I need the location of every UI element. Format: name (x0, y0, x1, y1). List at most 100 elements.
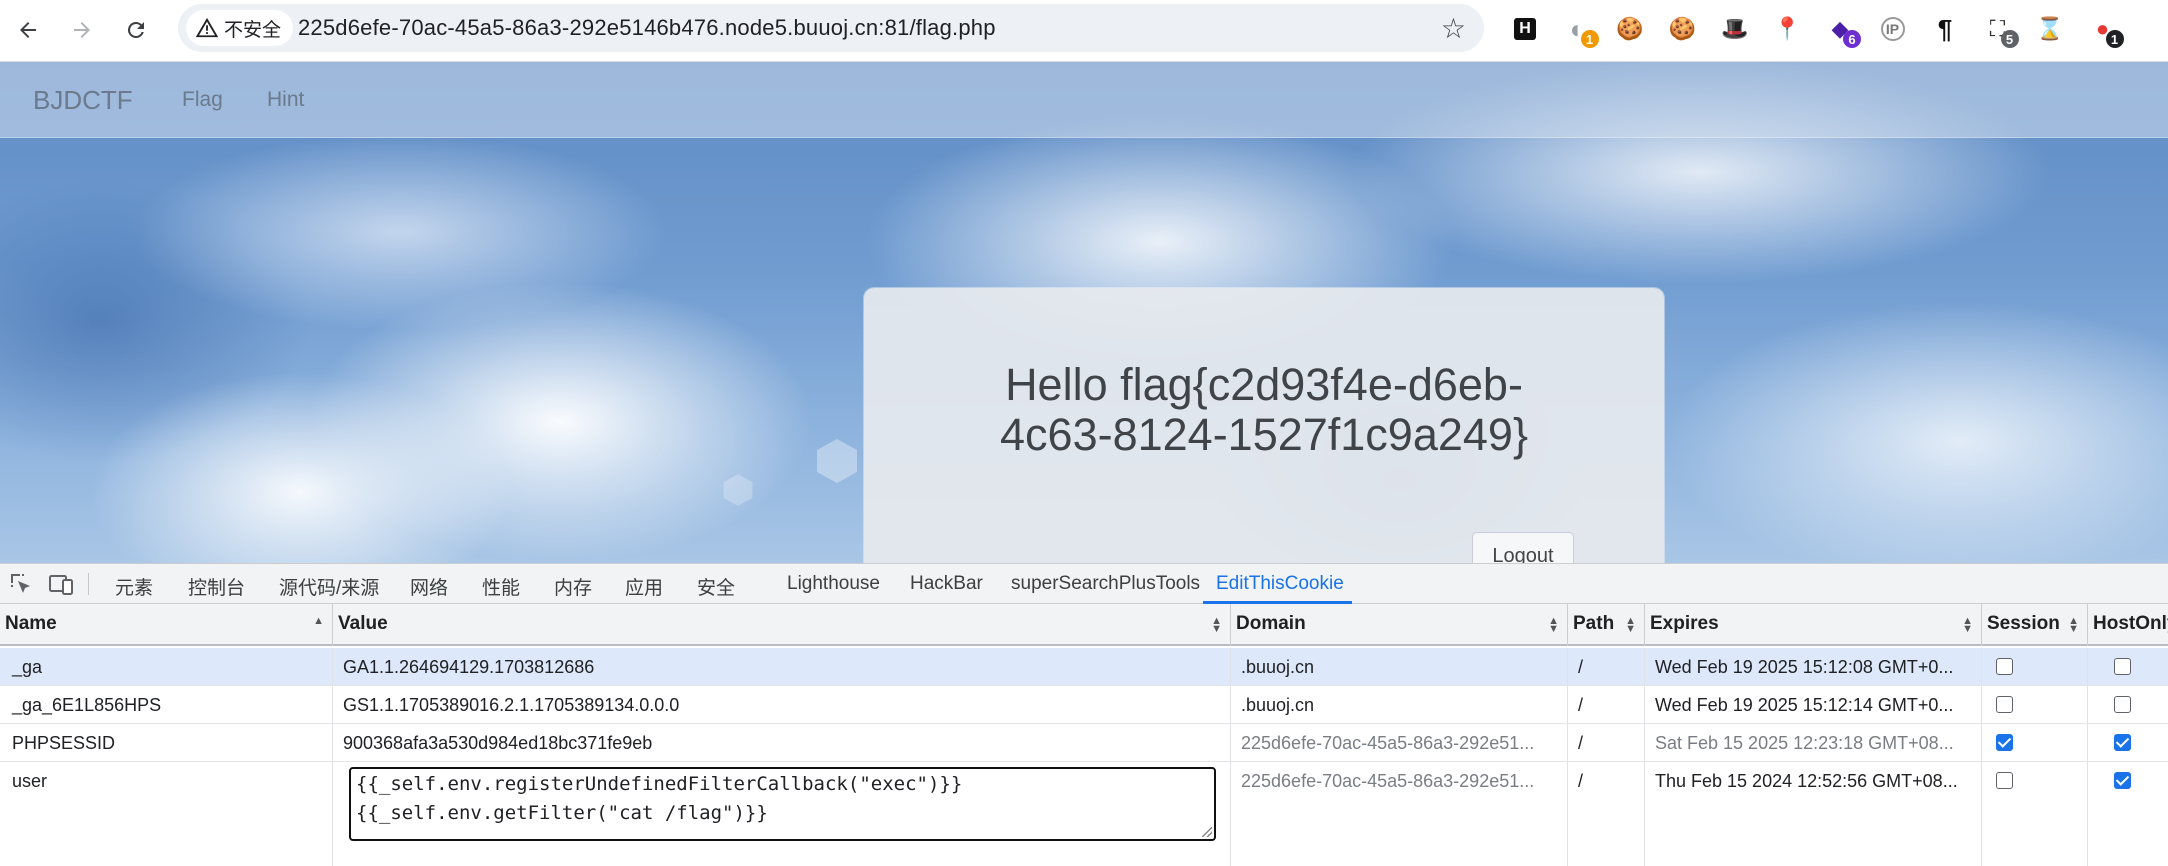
extension-gray-icon[interactable]: ◐ 1 (1559, 10, 1599, 48)
column-header-path[interactable]: Path ▲ ▼ (1568, 604, 1645, 646)
inspect-element-icon[interactable] (8, 571, 34, 597)
hello-message: Hello flag{c2d93f4e-d6eb- 4c63-8124-1527… (864, 360, 1664, 460)
web-page: BJDCTF Flag Hint Hello flag{c2d93f4e-d6e… (0, 62, 2168, 563)
hostonly-checkbox[interactable] (2114, 696, 2131, 713)
column-header-session[interactable]: Session ▲ ▼ (1982, 604, 2088, 646)
cookie-name-cell[interactable]: user (0, 762, 333, 866)
cookie-row[interactable]: PHPSESSID 900368afa3a530d984ed18bc371fe9e… (0, 724, 2168, 762)
hello-line-1: Hello flag{c2d93f4e-d6eb- (1005, 359, 1523, 410)
hourglass-icon[interactable]: ⌛ (2031, 10, 2069, 48)
cookie-name-cell[interactable]: _ga_6E1L856HPS (0, 686, 333, 723)
editor-line: {{_self.env.getFilter("cat /flag")}} (356, 802, 768, 824)
paragraph-icon[interactable]: ¶ (1926, 10, 1964, 48)
logout-button[interactable]: Logout (1472, 532, 1574, 563)
security-indicator[interactable]: 不安全 (186, 10, 294, 46)
hat-icon[interactable]: 🎩 (1716, 10, 1754, 48)
extension-glyph: 📍 (1773, 16, 1802, 41)
hexagon-decor (723, 474, 753, 506)
hostonly-checkbox[interactable] (2114, 734, 2131, 751)
cookie-icon[interactable]: 🍪 (1611, 10, 1649, 48)
toolbar-divider (88, 573, 89, 595)
hackbar-icon[interactable]: H (1506, 10, 1544, 48)
device-toolbar-icon[interactable] (48, 571, 74, 597)
cookie-value-cell[interactable]: 900368afa3a530d984ed18bc371fe9eb (333, 724, 1231, 761)
tab-memory[interactable]: 内存 (554, 573, 592, 600)
site-brand[interactable]: BJDCTF (33, 85, 133, 116)
url-text[interactable]: 225d6efe-70ac-45a5-86a3-292e5146b476.nod… (298, 15, 996, 41)
extension-badge: 1 (1580, 30, 1599, 48)
cookie-name-cell[interactable]: PHPSESSID (0, 724, 333, 761)
devtools-tab-bar: 元素 控制台 源代码/来源 网络 性能 内存 应用 安全 Lighthouse HackBar su… (0, 564, 2168, 604)
cookie-table: Name ▲ Value ▲ ▼ Domain ▲ ▼ Path ▲ ▼ Expires ▲ ▼ … (0, 604, 2168, 866)
ip-icon[interactable]: IP (1874, 10, 1912, 48)
column-header-domain[interactable]: Domain ▲ ▼ (1231, 604, 1568, 646)
cookie-domain-cell: .buuoj.cn (1231, 686, 1568, 723)
forward-button[interactable] (64, 12, 100, 48)
column-header-value[interactable]: Value ▲ ▼ (333, 604, 1231, 646)
column-header-hostonly[interactable]: HostOnly (2088, 604, 2168, 646)
sort-icon: ▲ ▼ (1625, 615, 1636, 635)
tab-supersearchplustools[interactable]: superSearchPlusTools (1011, 573, 1200, 595)
cookie-editor-icon[interactable]: 🍪 (1664, 10, 1702, 48)
cookie-value-cell[interactable]: GS1.1.1705389016.2.1.1705389134.0.0.0 (333, 686, 1231, 723)
extension-badge: 5 (2000, 30, 2019, 48)
session-checkbox[interactable] (1996, 696, 2013, 713)
cookie-path-cell: / (1568, 724, 1645, 761)
tab-editthiscookie[interactable]: EditThisCookie (1216, 573, 1344, 595)
sort-icon: ▲ ▼ (1962, 615, 1973, 635)
cookie-path-cell: / (1568, 648, 1645, 685)
hexagon-decor (817, 439, 857, 483)
tab-elements[interactable]: 元素 (115, 573, 153, 600)
extension-glyph: 🍪 (1668, 16, 1697, 41)
reload-icon (127, 21, 144, 38)
cookie-path-cell: / (1568, 762, 1645, 866)
tab-performance[interactable]: 性能 (482, 573, 520, 600)
screenshot-icon[interactable]: ⛶ 5 (1979, 10, 2019, 48)
tab-lighthouse[interactable]: Lighthouse (787, 573, 880, 595)
record-icon[interactable]: ● 1 (2084, 10, 2124, 48)
cookie-value-cell[interactable]: {{_self.env.registerUndefinedFilterCallb… (333, 762, 1231, 866)
devtools-panel: 元素 控制台 源代码/来源 网络 性能 内存 应用 安全 Lighthouse HackBar su… (0, 563, 2168, 866)
column-header-expires[interactable]: Expires ▲ ▼ (1645, 604, 1982, 646)
tab-hackbar[interactable]: HackBar (910, 573, 983, 595)
extension-glyph: IP (1880, 17, 1905, 41)
nav-link-hint[interactable]: Hint (267, 88, 304, 112)
cookie-value-editor[interactable]: {{_self.env.registerUndefinedFilterCallb… (349, 767, 1216, 841)
tab-security[interactable]: 安全 (697, 573, 735, 600)
resize-grip-icon[interactable] (1202, 827, 1212, 837)
bookmark-star-icon[interactable]: ☆ (1441, 12, 1466, 45)
cookie-row[interactable]: _ga_6E1L856HPS GS1.1.1705389016.2.1.17053… (0, 686, 2168, 724)
cookie-path-cell: / (1568, 686, 1645, 723)
hello-line-2: 4c63-8124-1527f1c9a249} (1000, 409, 1528, 460)
tab-console[interactable]: 控制台 (188, 573, 245, 600)
cookie-row[interactable]: _ga GA1.1.264694129.1703812686 .buuoj.cn / W… (0, 648, 2168, 686)
nav-link-flag[interactable]: Flag (182, 88, 223, 112)
tab-network[interactable]: 网络 (410, 573, 448, 600)
sort-icon: ▲ ▼ (2068, 615, 2079, 635)
cookie-row[interactable]: user {{_self.env.registerUndefinedFilterC… (0, 762, 2168, 866)
hostonly-checkbox[interactable] (2114, 658, 2131, 675)
session-checkbox[interactable] (1996, 734, 2013, 751)
cookie-domain-cell: 225d6efe-70ac-45a5-86a3-292e51... (1231, 762, 1568, 866)
sort-asc-icon: ▲ (313, 615, 324, 627)
extension-badge: 1 (2105, 30, 2124, 48)
session-checkbox[interactable] (1996, 772, 2013, 789)
hostonly-checkbox[interactable] (2114, 772, 2131, 789)
cookie-value-cell[interactable]: GA1.1.264694129.1703812686 (333, 648, 1231, 685)
cookie-name-cell[interactable]: _ga (0, 648, 333, 685)
back-button[interactable] (10, 12, 46, 48)
tab-sources[interactable]: 源代码/来源 (279, 573, 379, 600)
extension-glyph: ¶ (1937, 13, 1953, 44)
editor-line: {{_self.env.registerUndefinedFilterCallb… (356, 773, 963, 795)
cookie-session-cell (1982, 762, 2088, 866)
reload-button[interactable] (118, 12, 154, 48)
wappalyzer-icon[interactable]: ◆ 6 (1821, 10, 1861, 48)
extension-glyph: 🎩 (1721, 16, 1749, 41)
location-pin-icon[interactable]: 📍 (1769, 10, 1807, 48)
tab-application[interactable]: 应用 (625, 573, 663, 600)
session-checkbox[interactable] (1996, 658, 2013, 675)
column-header-name[interactable]: Name ▲ (0, 604, 333, 646)
address-bar[interactable]: 不安全 225d6efe-70ac-45a5-86a3-292e5146b476… (178, 4, 1484, 52)
cookie-domain-cell: .buuoj.cn (1231, 648, 1568, 685)
extension-glyph: 🍪 (1616, 16, 1644, 41)
